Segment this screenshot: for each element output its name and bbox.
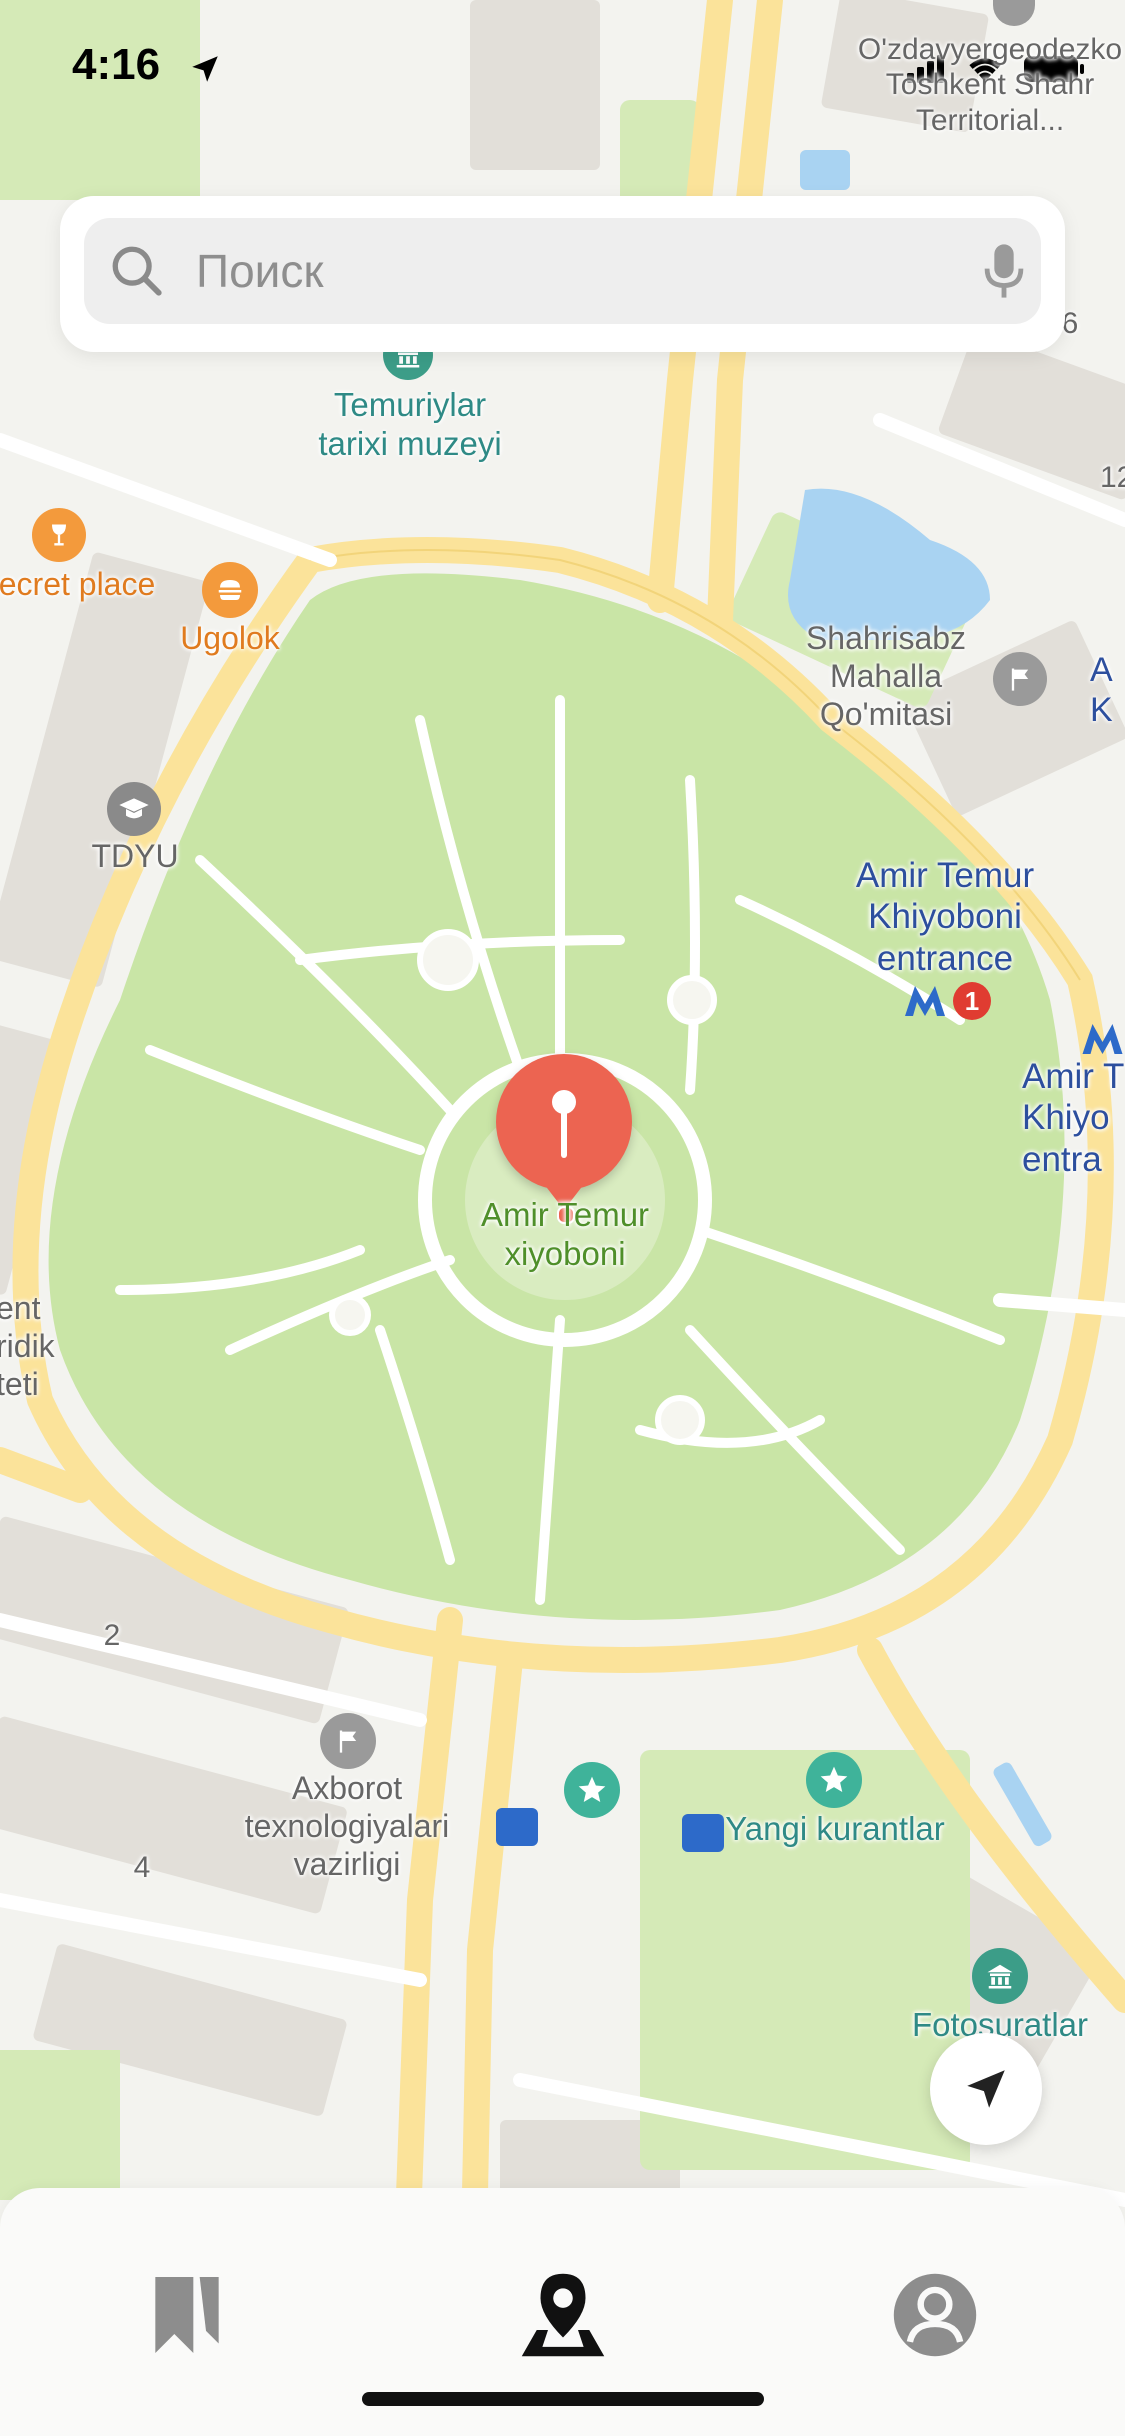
burger-icon[interactable] <box>202 562 258 618</box>
tab-bookmarks[interactable] <box>132 2260 242 2370</box>
museum-icon[interactable] <box>972 1948 1028 2004</box>
map-label-tdyu[interactable]: TDYU <box>80 838 190 876</box>
bus-stop-icon[interactable] <box>496 1808 538 1846</box>
home-indicator <box>362 2392 764 2406</box>
map-label-museum[interactable]: Temuriylar tarixi muzeyi <box>290 386 530 464</box>
house-number: 4 <box>133 1851 151 1884</box>
metro-icon <box>905 986 945 1016</box>
location-arrow-icon <box>188 52 222 91</box>
search-placeholder: Поиск <box>196 245 324 297</box>
map-label-ugolok[interactable]: Ugolok <box>160 620 300 658</box>
bar-icon[interactable] <box>32 508 86 562</box>
house-number: 12 <box>1100 461 1125 494</box>
metro-icon[interactable] <box>1080 1022 1125 1056</box>
map-pin-icon <box>521 2273 605 2357</box>
search-icon <box>112 246 162 296</box>
tab-profile[interactable] <box>880 2260 990 2370</box>
map-label-metro-entrance[interactable]: Amir Temur Khiyoboni entrance <box>820 855 1070 979</box>
map-label-metro-entrance-2[interactable]: Amir T Khiyo entra <box>1022 1056 1125 1180</box>
status-time: 4:16 <box>72 40 161 89</box>
map-label-top-right[interactable]: O'zdavyergeodezko Toshkent Shahr Territo… <box>840 32 1125 138</box>
map-label-edge: A K <box>1090 651 1113 730</box>
house-number: 2 <box>103 1619 121 1652</box>
map-label-yangi-kurantlar[interactable]: Yangi kurantlar <box>700 1810 970 1849</box>
selected-location-pin[interactable] <box>496 1054 632 1190</box>
landmark-star-icon[interactable] <box>564 1762 620 1818</box>
map-label-park[interactable]: Amir Temur xiyoboni <box>440 1196 690 1274</box>
locate-me-button[interactable] <box>930 2033 1042 2145</box>
metro-line-badge: 1 <box>953 982 991 1020</box>
university-icon[interactable] <box>107 782 161 836</box>
map-label-secret-place[interactable]: ecret place <box>0 566 162 604</box>
bookmark-icon <box>155 2277 219 2353</box>
pushpin-icon <box>552 1090 576 1158</box>
navigation-arrow-icon <box>967 2070 1005 2108</box>
landmark-star-icon[interactable] <box>806 1752 862 1808</box>
metro-entrance-badge[interactable]: 1 <box>903 982 991 1020</box>
flag-icon[interactable] <box>993 652 1047 706</box>
tab-map[interactable] <box>508 2260 618 2370</box>
map-label-mahalla[interactable]: Shahrisabz Mahalla Qo'mitasi <box>796 620 976 733</box>
profile-icon <box>893 2273 977 2357</box>
search-card: Поиск <box>60 196 1065 352</box>
map-label-left-edge: ent ridik teti <box>0 1290 55 1402</box>
map-label-ministry[interactable]: Axborot texnologiyalari vazirligi <box>222 1770 472 1883</box>
search-input[interactable]: Поиск <box>84 218 1041 324</box>
microphone-icon[interactable] <box>982 242 1026 300</box>
flag-icon[interactable] <box>320 1713 376 1769</box>
